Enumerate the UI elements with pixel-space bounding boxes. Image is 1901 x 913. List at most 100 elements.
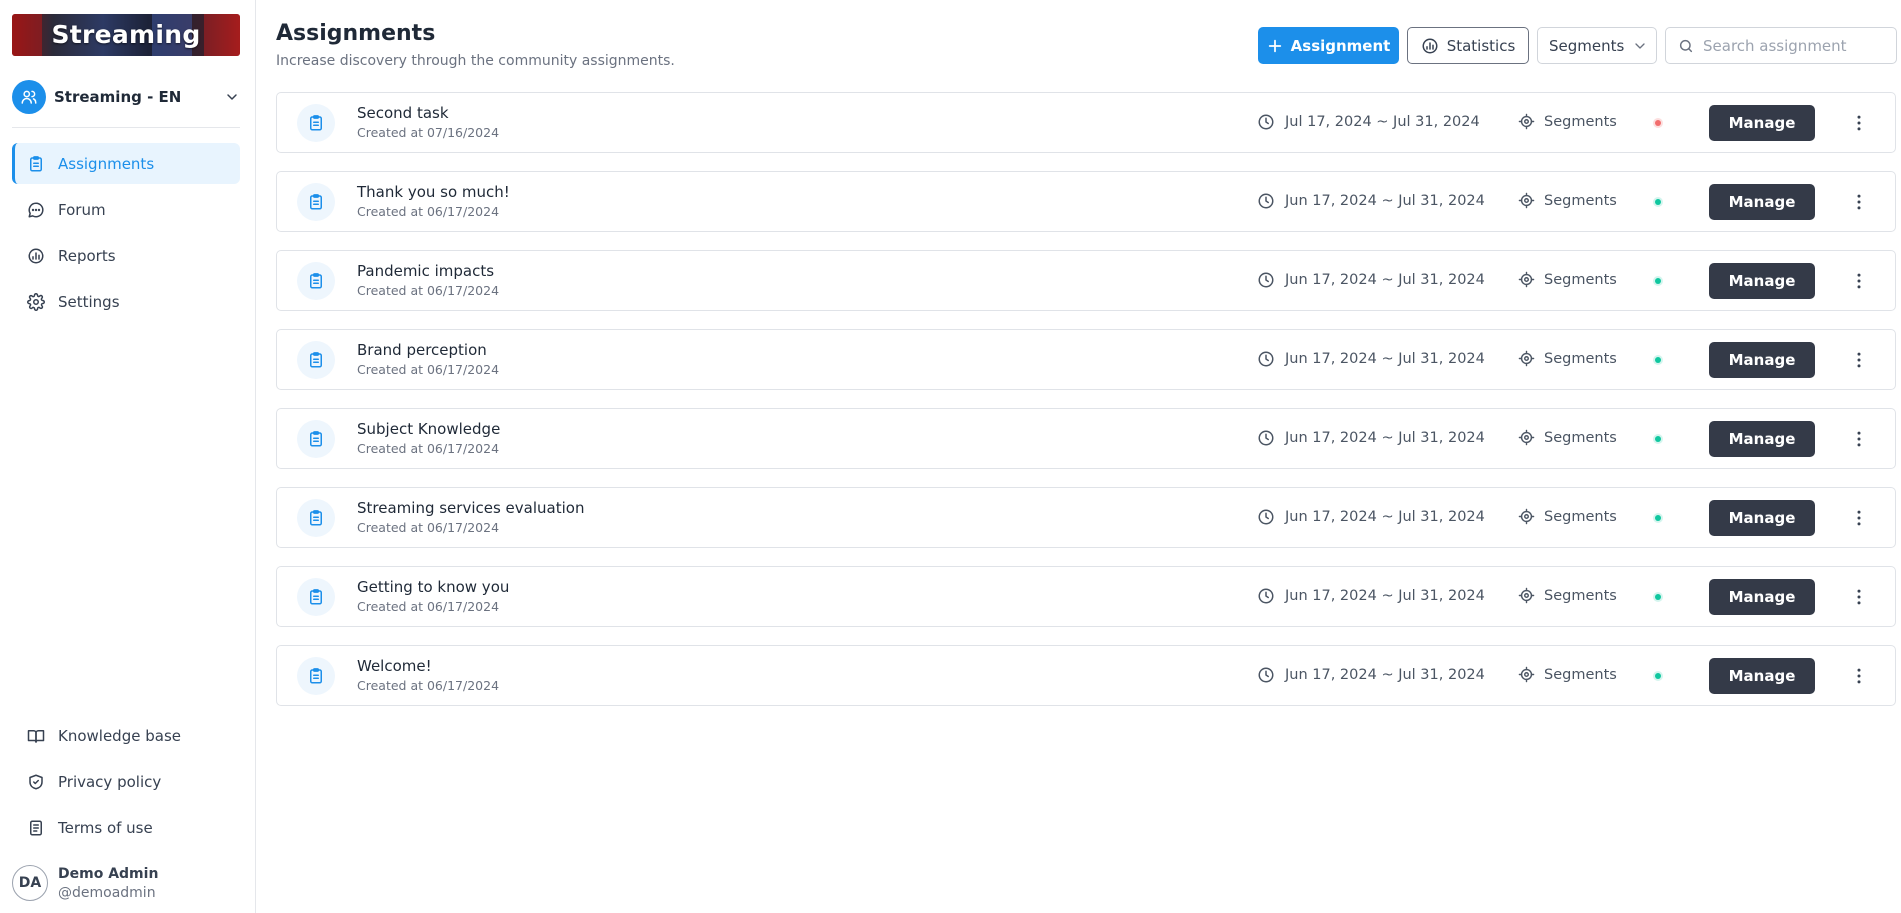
assignment-title[interactable]: Thank you so much! (357, 183, 510, 201)
sidebar-item-reports[interactable]: Reports (12, 235, 240, 276)
brand-logo[interactable]: Streaming (12, 14, 240, 56)
clipboard-icon (297, 262, 335, 300)
assignment-row[interactable]: Subject Knowledge Created at 06/17/2024 … (276, 408, 1896, 469)
chart-icon (1422, 38, 1438, 53)
sidebar-item-terms-of-use[interactable]: Terms of use (12, 807, 240, 849)
book-icon (26, 726, 46, 746)
assignment-segments[interactable]: Segments (1518, 666, 1617, 683)
chat-bubble-icon (26, 200, 46, 220)
assignment-segments[interactable]: Segments (1518, 113, 1617, 130)
search-icon (1679, 39, 1693, 52)
assignment-segments[interactable]: Segments (1518, 350, 1617, 367)
manage-button[interactable]: Manage (1709, 500, 1815, 536)
assignment-row[interactable]: Thank you so much! Created at 06/17/2024… (276, 171, 1896, 232)
target-icon (1518, 508, 1535, 525)
search-input[interactable] (1703, 36, 1883, 55)
assignment-created-date: Created at 06/17/2024 (357, 362, 500, 377)
statistics-button[interactable]: Statistics (1407, 27, 1529, 64)
assignment-segments-label: Segments (1544, 113, 1617, 130)
assignment-segments-label: Segments (1544, 587, 1617, 604)
assignment-row[interactable]: Streaming services evaluation Created at… (276, 487, 1896, 548)
assignment-segments-label: Segments (1544, 350, 1617, 367)
assignment-date-text: Jun 17, 2024 ~ Jul 31, 2024 (1285, 588, 1485, 604)
assignment-date-range: Jun 17, 2024 ~ Jul 31, 2024 (1257, 271, 1485, 289)
manage-button[interactable]: Manage (1709, 263, 1815, 299)
assignment-segments[interactable]: Segments (1518, 508, 1617, 525)
assignment-date-range: Jun 17, 2024 ~ Jul 31, 2024 (1257, 666, 1485, 684)
assignment-date-text: Jun 17, 2024 ~ Jul 31, 2024 (1285, 430, 1485, 446)
assignment-segments-label: Segments (1544, 271, 1617, 288)
segments-select-value: Segments (1549, 36, 1625, 55)
manage-button[interactable]: Manage (1709, 579, 1815, 615)
sidebar-item-label: Forum (58, 200, 106, 219)
clock-icon (1258, 351, 1274, 367)
assignment-title[interactable]: Welcome! (357, 657, 432, 675)
sidebar-item-settings[interactable]: Settings (12, 281, 240, 322)
clock-icon (1258, 193, 1274, 209)
clipboard-icon (297, 420, 335, 458)
sidebar-item-label: Terms of use (58, 819, 153, 837)
page-subtitle: Increase discovery through the community… (276, 53, 675, 69)
assignment-row[interactable]: Brand perception Created at 06/17/2024 J… (276, 329, 1896, 390)
add-assignment-button[interactable]: Assignment (1258, 27, 1399, 64)
manage-button[interactable]: Manage (1709, 105, 1815, 141)
sidebar-item-label: Privacy policy (58, 773, 162, 791)
more-options-icon[interactable] (1847, 585, 1871, 609)
manage-button[interactable]: Manage (1709, 184, 1815, 220)
more-options-icon[interactable] (1847, 111, 1871, 135)
status-active-indicator (1653, 513, 1663, 523)
main-content: Assignments Increase discovery through t… (276, 0, 1901, 913)
assignment-date-range: Jun 17, 2024 ~ Jul 31, 2024 (1257, 192, 1485, 210)
assignment-date-text: Jul 17, 2024 ~ Jul 31, 2024 (1285, 114, 1480, 130)
main-nav: Assignments Forum Reports Settings (12, 143, 240, 327)
status-active-indicator (1653, 355, 1663, 365)
assignment-row[interactable]: Getting to know you Created at 06/17/202… (276, 566, 1896, 627)
assignment-row[interactable]: Second task Created at 07/16/2024 Jul 17… (276, 92, 1896, 153)
assignment-date-range: Jun 17, 2024 ~ Jul 31, 2024 (1257, 429, 1485, 447)
statistics-label: Statistics (1446, 36, 1516, 55)
assignment-created-date: Created at 06/17/2024 (357, 204, 500, 219)
clock-icon (1258, 588, 1274, 604)
assignment-title[interactable]: Brand perception (357, 341, 487, 359)
more-options-icon[interactable] (1847, 190, 1871, 214)
assignment-created-date: Created at 06/17/2024 (357, 283, 500, 298)
user-profile[interactable]: DA Demo Admin @demoadmin (12, 861, 240, 905)
sidebar-item-knowledge-base[interactable]: Knowledge base (12, 715, 240, 757)
manage-button[interactable]: Manage (1709, 658, 1815, 694)
target-icon (1518, 192, 1535, 209)
assignment-title[interactable]: Subject Knowledge (357, 420, 500, 438)
more-options-icon[interactable] (1847, 506, 1871, 530)
more-options-icon[interactable] (1847, 664, 1871, 688)
assignment-title[interactable]: Second task (357, 104, 449, 122)
assignment-segments[interactable]: Segments (1518, 429, 1617, 446)
clipboard-icon (297, 499, 335, 537)
clock-icon (1258, 430, 1274, 446)
plus-icon (1268, 39, 1281, 52)
more-options-icon[interactable] (1847, 348, 1871, 372)
assignment-row[interactable]: Pandemic impacts Created at 06/17/2024 J… (276, 250, 1896, 311)
assignment-list: Second task Created at 07/16/2024 Jul 17… (276, 92, 1896, 724)
assignment-created-date: Created at 06/17/2024 (357, 599, 500, 614)
assignment-segments[interactable]: Segments (1518, 271, 1617, 288)
more-options-icon[interactable] (1847, 427, 1871, 451)
sidebar-item-privacy-policy[interactable]: Privacy policy (12, 761, 240, 803)
users-icon (12, 80, 46, 114)
assignment-title[interactable]: Streaming services evaluation (357, 499, 584, 517)
target-icon (1518, 429, 1535, 446)
page-title: Assignments (276, 21, 436, 46)
sidebar-item-assignments[interactable]: Assignments (12, 143, 240, 184)
sidebar-item-forum[interactable]: Forum (12, 189, 240, 230)
assignment-row[interactable]: Welcome! Created at 06/17/2024 Jun 17, 2… (276, 645, 1896, 706)
assignment-date-text: Jun 17, 2024 ~ Jul 31, 2024 (1285, 272, 1485, 288)
assignment-segments[interactable]: Segments (1518, 587, 1617, 604)
assignment-title[interactable]: Getting to know you (357, 578, 509, 596)
footer-nav: Knowledge base Privacy policy Terms of u… (12, 715, 240, 853)
manage-button[interactable]: Manage (1709, 421, 1815, 457)
assignment-title[interactable]: Pandemic impacts (357, 262, 494, 280)
segments-select[interactable]: Segments (1537, 27, 1657, 64)
assignment-segments[interactable]: Segments (1518, 192, 1617, 209)
more-options-icon[interactable] (1847, 269, 1871, 293)
search-box (1665, 27, 1897, 64)
manage-button[interactable]: Manage (1709, 342, 1815, 378)
community-switcher[interactable]: Streaming - EN (12, 80, 240, 114)
